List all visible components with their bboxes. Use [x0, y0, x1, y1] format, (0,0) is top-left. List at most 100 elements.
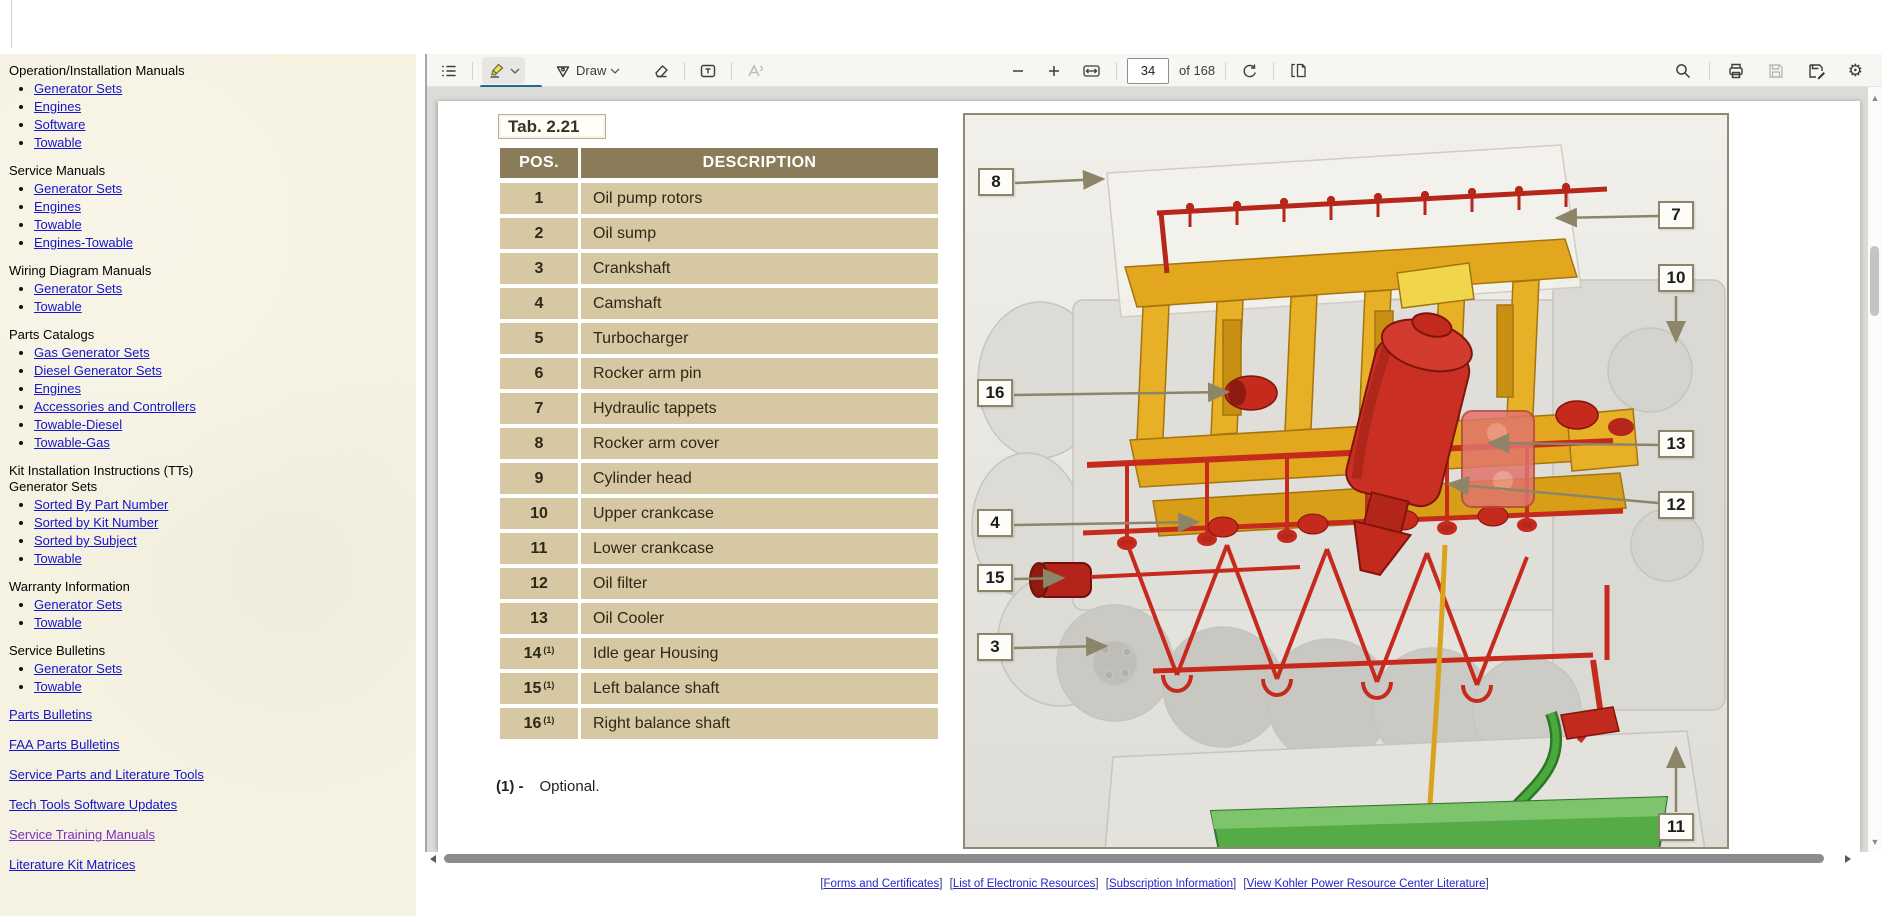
parts-bulletins-link[interactable]: Parts Bulletins: [9, 707, 92, 722]
callout-11: 11: [1658, 813, 1694, 841]
chevron-down-icon: [610, 68, 620, 74]
sidebar-section-parts-catalogs: Parts Catalogs Gas Generator Sets Diesel…: [9, 327, 406, 450]
rotate-button[interactable]: [1236, 58, 1263, 83]
engine-diagram-panel: 8 7 10 16 13 12 4 15 3 11: [963, 113, 1729, 849]
sidebar-section-service-manuals: Service Manuals Generator Sets Engines T…: [9, 163, 406, 250]
sidebar-link[interactable]: Sorted by Kit Number: [34, 515, 158, 530]
sidebar-link[interactable]: Towable: [34, 217, 82, 232]
literature-kit-matrices-link[interactable]: Literature Kit Matrices: [9, 857, 135, 872]
sidebar-link[interactable]: Towable: [34, 299, 82, 314]
sidebar-link[interactable]: Towable: [34, 679, 82, 694]
sidebar-lone-link: Tech Tools Software Updates: [9, 796, 406, 814]
highlight-tool-button[interactable]: [482, 57, 525, 84]
sidebar-link[interactable]: Towable: [34, 615, 82, 630]
sidebar-link[interactable]: Generator Sets: [34, 181, 122, 196]
sidebar-section-service-bulletins: Service Bulletins Generator Sets Towable: [9, 643, 406, 694]
kohler-literature-link[interactable]: View Kohler Power Resource Center Litera…: [1247, 878, 1486, 890]
service-training-manuals-link[interactable]: Service Training Manuals: [9, 827, 155, 842]
chevron-down-icon: [510, 68, 520, 74]
table-row-pos: 9: [500, 463, 578, 494]
sidebar-link[interactable]: Towable: [34, 135, 82, 150]
toolbar-separator: [1225, 62, 1226, 80]
footer-link-wrap: View Kohler Power Resource Center Litera…: [1243, 878, 1488, 890]
table-row-pos: 12: [500, 568, 578, 599]
table-of-contents-button[interactable]: [435, 58, 463, 84]
draw-label: Draw: [576, 63, 606, 78]
sidebar-link[interactable]: Diesel Generator Sets: [34, 363, 162, 378]
list-item: Generator Sets: [34, 282, 406, 296]
read-aloud-button[interactable]: [741, 58, 770, 84]
vertical-scrollbar[interactable]: ▲ ▼: [1868, 87, 1882, 852]
callout-8: 8: [978, 168, 1014, 196]
sidebar-link[interactable]: Engines: [34, 199, 81, 214]
table-row-desc: Hydraulic tappets: [581, 393, 938, 424]
sidebar-link[interactable]: Software: [34, 117, 85, 132]
list-item: Gas Generator Sets: [34, 346, 406, 360]
list-item: Engines: [34, 382, 406, 396]
search-button[interactable]: [1669, 58, 1697, 84]
save-button[interactable]: [1762, 58, 1790, 84]
sidebar-link[interactable]: Generator Sets: [34, 81, 122, 96]
scroll-right-icon[interactable]: [1845, 855, 1851, 863]
vertical-scrollbar-thumb[interactable]: [1870, 246, 1879, 316]
table-row-pos: 11: [500, 533, 578, 564]
col-header-pos: POS.: [500, 148, 578, 178]
erase-tool-button[interactable]: [647, 58, 675, 84]
table-row-pos: 3: [500, 253, 578, 284]
page-number-input[interactable]: [1127, 58, 1169, 84]
horizontal-scrollbar-thumb[interactable]: [444, 854, 1824, 863]
sidebar-link[interactable]: Towable: [34, 551, 82, 566]
sidebar-link[interactable]: Sorted by Subject: [34, 533, 137, 548]
page-view-button[interactable]: [1284, 58, 1313, 83]
sidebar-link[interactable]: Gas Generator Sets: [34, 345, 150, 360]
horizontal-scrollbar[interactable]: [427, 852, 1868, 866]
sidebar-link[interactable]: Engines-Towable: [34, 235, 133, 250]
electronic-resources-link[interactable]: List of Electronic Resources: [953, 878, 1096, 890]
sidebar-link[interactable]: Generator Sets: [34, 661, 122, 676]
sidebar-lone-link: FAA Parts Bulletins: [9, 736, 406, 754]
print-button[interactable]: [1722, 58, 1750, 84]
sidebar-link[interactable]: Sorted By Part Number: [34, 497, 168, 512]
settings-button[interactable]: ⚙: [1843, 58, 1868, 83]
zoom-in-button[interactable]: [1041, 59, 1067, 83]
add-text-button[interactable]: [694, 58, 722, 84]
fit-width-button[interactable]: [1077, 59, 1106, 83]
toolbar-separator: [684, 62, 685, 80]
table-title: Tab. 2.21: [508, 117, 580, 137]
list-item: Engines-Towable: [34, 236, 406, 250]
scroll-up-icon[interactable]: ▲: [1868, 93, 1882, 103]
service-parts-tools-link[interactable]: Service Parts and Literature Tools: [9, 767, 204, 782]
forms-certificates-link[interactable]: Forms and Certificates: [824, 878, 940, 890]
table-row-desc: Turbocharger: [581, 323, 938, 354]
table-title-box: Tab. 2.21: [498, 114, 606, 139]
scroll-left-icon[interactable]: [430, 855, 436, 863]
save-as-icon: [1807, 62, 1826, 80]
faa-parts-bulletins-link[interactable]: FAA Parts Bulletins: [9, 737, 120, 752]
sidebar-link[interactable]: Towable-Gas: [34, 435, 110, 450]
callout-4: 4: [977, 509, 1013, 537]
list-item: Generator Sets: [34, 662, 406, 676]
list-item: Sorted by Subject: [34, 534, 406, 548]
sidebar-link[interactable]: Generator Sets: [34, 281, 122, 296]
sidebar-link[interactable]: Accessories and Controllers: [34, 399, 196, 414]
section-title: Wiring Diagram Manuals: [9, 263, 406, 279]
save-as-button[interactable]: [1802, 58, 1831, 84]
footer-link-wrap: List of Electronic Resources: [950, 878, 1099, 890]
list-item: Towable-Diesel: [34, 418, 406, 432]
sidebar-link[interactable]: Engines: [34, 99, 81, 114]
draw-tool-button[interactable]: Draw: [549, 58, 625, 84]
subscription-information-link[interactable]: Subscription Information: [1109, 878, 1233, 890]
list-item: Towable: [34, 218, 406, 232]
sidebar-link[interactable]: Towable-Diesel: [34, 417, 122, 432]
table-row-pos: 6: [500, 358, 578, 389]
list-item: Generator Sets: [34, 182, 406, 196]
zoom-out-button[interactable]: [1005, 59, 1031, 83]
section-subtitle: Generator Sets: [9, 479, 406, 495]
gear-icon: ⚙: [1848, 62, 1863, 79]
sidebar-link[interactable]: Engines: [34, 381, 81, 396]
list-item: Engines: [34, 100, 406, 114]
tech-tools-updates-link[interactable]: Tech Tools Software Updates: [9, 797, 177, 812]
scroll-down-icon[interactable]: ▼: [1868, 837, 1882, 847]
window-edge-line: [11, 0, 12, 48]
sidebar-link[interactable]: Generator Sets: [34, 597, 122, 612]
